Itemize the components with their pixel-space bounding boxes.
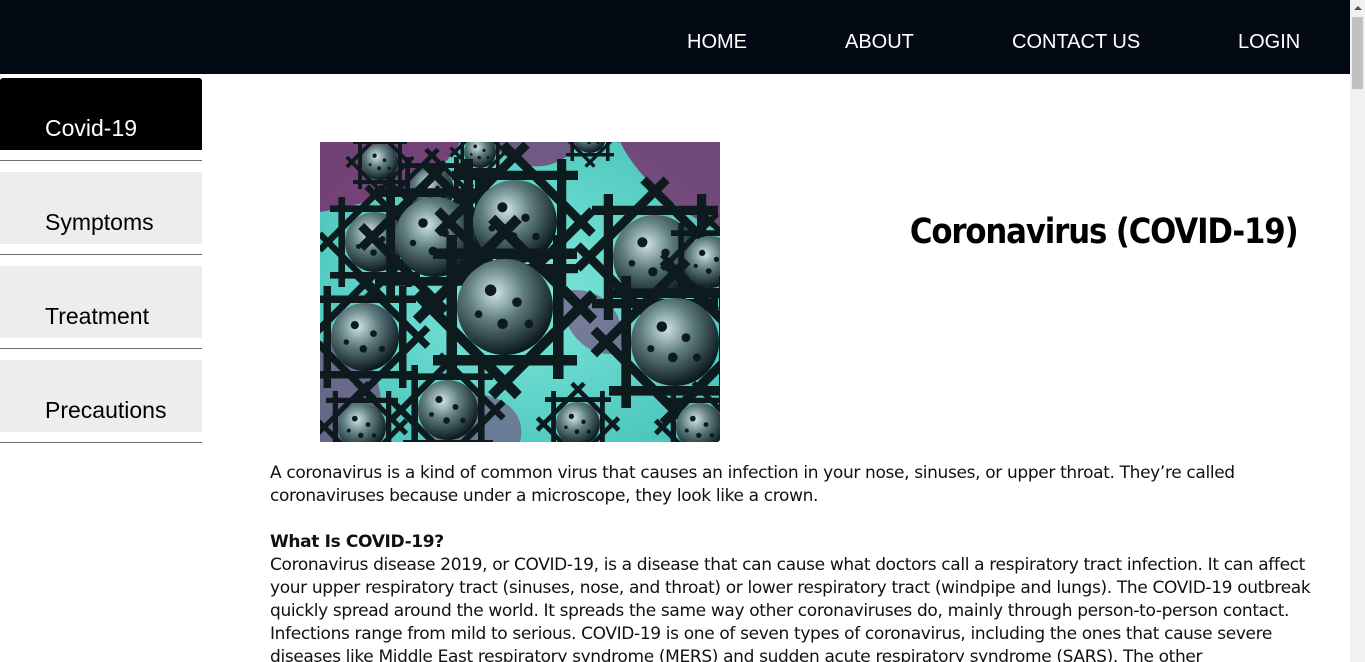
intro-paragraph: A coronavirus is a kind of common virus … bbox=[270, 463, 1235, 506]
nav-contact-us-link[interactable]: CONTACT US bbox=[1012, 30, 1140, 54]
sidebar-item-label: Treatment bbox=[45, 303, 149, 329]
scrollbar-thumb[interactable] bbox=[1352, 17, 1363, 89]
sidebar-divider bbox=[0, 442, 202, 443]
sidebar-item-precautions[interactable]: Precautions bbox=[0, 360, 202, 432]
vertical-scrollbar[interactable] bbox=[1350, 0, 1365, 662]
coronavirus-microscope-image bbox=[320, 142, 720, 442]
sidebar-item-label: Symptoms bbox=[45, 209, 154, 235]
sidebar-item-symptoms[interactable]: Symptoms bbox=[0, 172, 202, 244]
scroll-up-arrow-icon[interactable] bbox=[1350, 0, 1365, 17]
section-paragraph: Coronavirus disease 2019, or COVID-19, i… bbox=[270, 555, 1311, 662]
nav-home-link[interactable]: HOME bbox=[687, 30, 747, 54]
sidebar-item-treatment[interactable]: Treatment bbox=[0, 266, 202, 338]
top-navigation-bar: HOME ABOUT CONTACT US LOGIN bbox=[0, 0, 1350, 74]
page-title: Coronavirus (COVID-19) bbox=[910, 212, 1299, 252]
sidebar-item-covid-19[interactable]: Covid-19 bbox=[0, 78, 202, 150]
article-content: A coronavirus is a kind of common virus … bbox=[270, 462, 1345, 662]
nav-login-link[interactable]: LOGIN bbox=[1238, 30, 1300, 54]
section-heading: What Is COVID-19? bbox=[270, 532, 444, 552]
sidebar-item-label: Covid-19 bbox=[45, 115, 138, 141]
sidebar-item-label: Precautions bbox=[45, 397, 167, 423]
sidebar-divider bbox=[0, 160, 202, 161]
sidebar-divider bbox=[0, 348, 202, 349]
sidebar-divider bbox=[0, 254, 202, 255]
nav-about-link[interactable]: ABOUT bbox=[845, 30, 914, 54]
